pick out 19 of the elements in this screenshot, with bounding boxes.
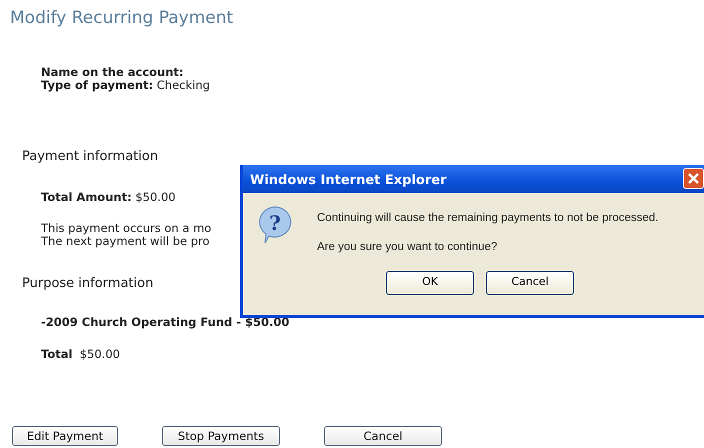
total-amount: Total Amount: $50.00 [40, 188, 177, 206]
dialog-message: Continuing will cause the remaining payments to not be processed. [317, 211, 658, 226]
question-mark: ? [269, 211, 281, 235]
dialog-title: Windows Internet Explorer [250, 173, 447, 188]
purpose-total: Total $50.00 [40, 346, 121, 362]
fund-line: -2009 Church Operating Fund - $50.00 [40, 314, 290, 332]
page-button[interactable]: Stop Payments [162, 426, 280, 446]
payment-note: This payment occurs on a mo [41, 222, 212, 235]
section-heading: Payment information [22, 148, 158, 166]
dialog-button[interactable]: Cancel [486, 270, 574, 294]
section-heading: Purpose information [22, 274, 154, 293]
account-field: Type of payment: Checking [41, 79, 704, 92]
page-title: Modify Recurring Payment [9, 7, 234, 30]
payment-note: The next payment will be pro [41, 234, 210, 248]
page-button[interactable]: Cancel [324, 426, 442, 446]
dialog-button[interactable]: OK [386, 270, 474, 294]
dialog-question: Are you sure you want to continue? [317, 240, 498, 256]
page-button[interactable]: Edit Payment [12, 426, 118, 446]
account-field: Name on the account: [41, 66, 704, 79]
